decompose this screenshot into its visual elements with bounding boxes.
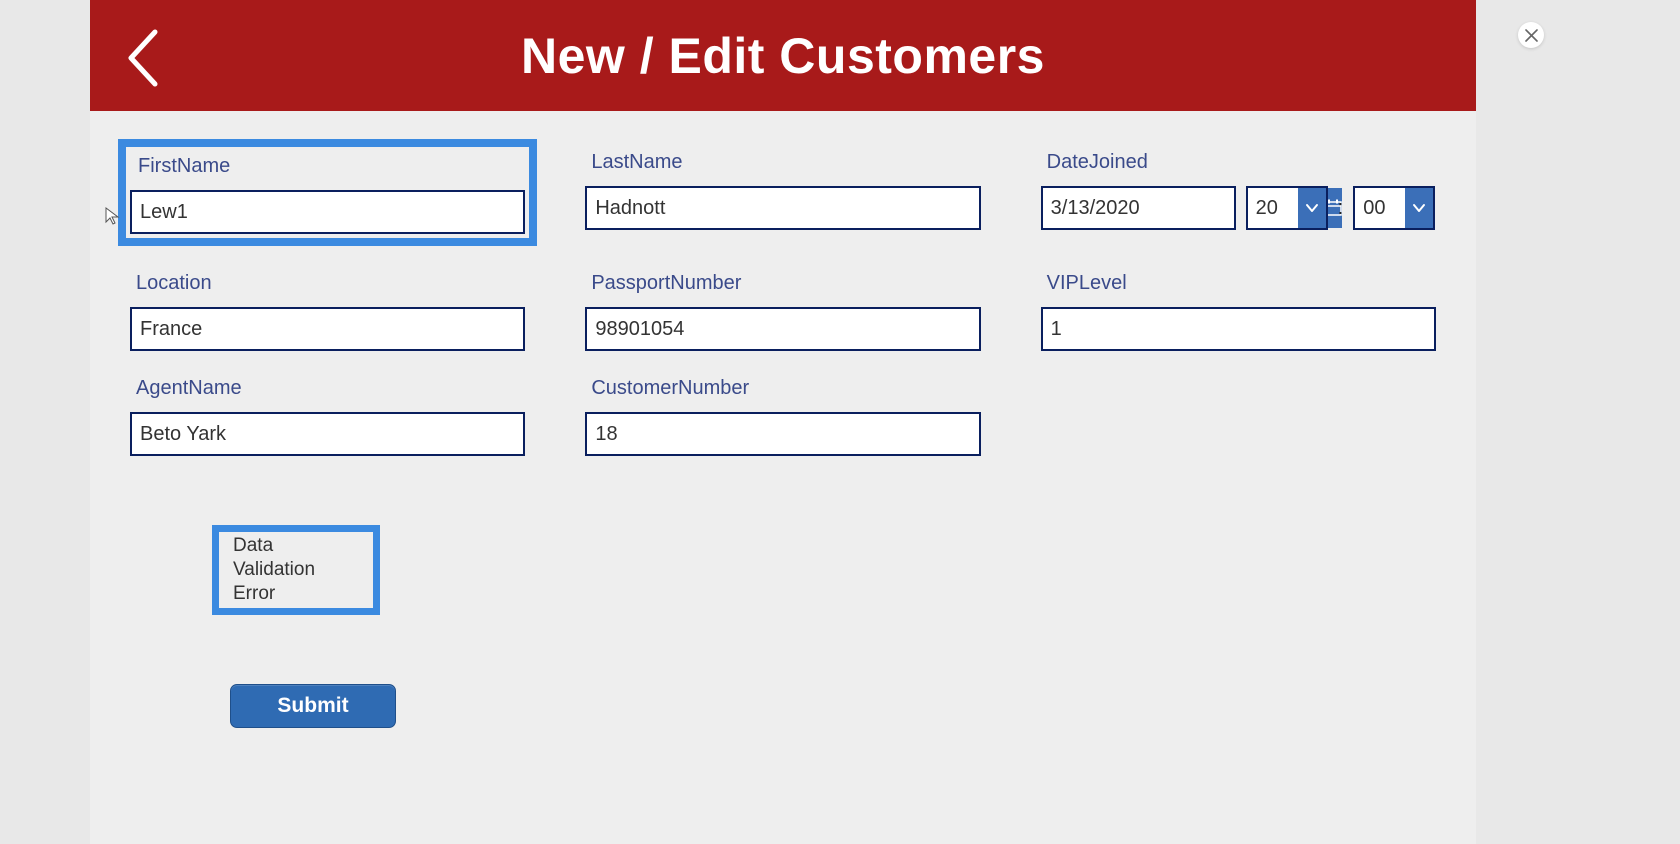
date-picker[interactable] [1041,186,1236,230]
field-first-name: FirstName [130,151,525,246]
label-first-name: FirstName [130,155,525,178]
label-vip-level: VIPLevel [1041,272,1436,295]
header-bar: New / Edit Customers [90,0,1476,111]
hour-value: 20 [1248,188,1298,228]
validation-error-text: Data Validation Error [233,534,359,605]
label-passport-number: PassportNumber [585,272,980,295]
label-agent-name: AgentName [130,377,525,400]
highlight-first-name: FirstName [118,139,537,246]
submit-button[interactable]: Submit [230,684,396,728]
validation-error-box: Data Validation Error [212,525,380,615]
field-vip-level: VIPLevel [1041,272,1436,351]
chevron-down-icon [1412,203,1426,213]
input-customer-number[interactable] [585,412,980,456]
chevron-down-icon [1305,203,1319,213]
input-first-name[interactable] [130,190,525,234]
field-agent-name: AgentName [130,377,525,456]
back-button[interactable] [125,28,159,88]
close-button[interactable] [1518,22,1544,48]
time-separator: : [1338,197,1344,220]
field-passport-number: PassportNumber [585,272,980,351]
field-last-name: LastName [585,151,980,230]
page-title: New / Edit Customers [521,27,1045,85]
form-area: FirstName LastName DateJoined [90,111,1476,456]
label-date-joined: DateJoined [1041,151,1436,174]
field-date-joined: DateJoined 20 [1041,151,1436,230]
hour-dropdown-button[interactable] [1298,188,1326,228]
input-last-name[interactable] [585,186,980,230]
label-customer-number: CustomerNumber [585,377,980,400]
minute-dropdown-button[interactable] [1405,188,1433,228]
input-agent-name[interactable] [130,412,525,456]
minute-select[interactable]: 00 [1353,186,1435,230]
input-location[interactable] [130,307,525,351]
date-time-row: 20 : 00 [1041,186,1436,230]
field-customer-number: CustomerNumber [585,377,980,456]
hour-select[interactable]: 20 [1246,186,1328,230]
minute-value: 00 [1355,188,1405,228]
label-location: Location [130,272,525,295]
close-icon [1525,29,1538,42]
label-last-name: LastName [585,151,980,174]
chevron-left-icon [125,28,159,88]
app-frame: New / Edit Customers FirstName LastName … [90,0,1476,844]
input-passport-number[interactable] [585,307,980,351]
input-vip-level[interactable] [1041,307,1436,351]
field-location: Location [130,272,525,351]
